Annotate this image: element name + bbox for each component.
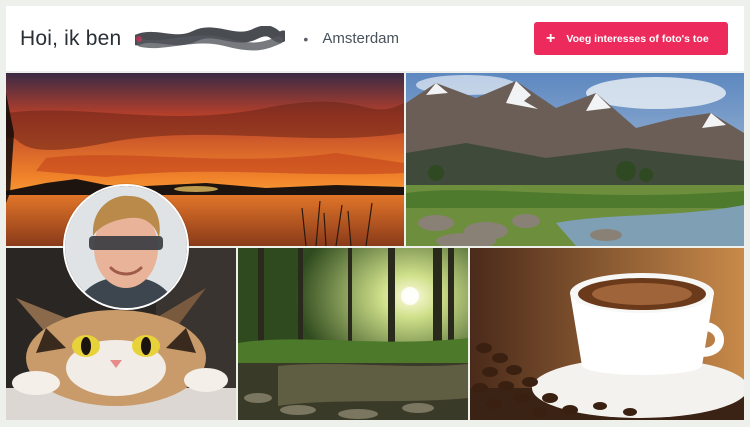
redacted-name (135, 25, 286, 52)
photo-forest-stream[interactable] (238, 248, 468, 420)
separator-dot: • (303, 30, 309, 47)
add-interests-button[interactable]: + Voeg interesses of foto's toe (534, 22, 728, 55)
user-avatar[interactable] (63, 184, 189, 310)
photo-sunset-lake[interactable] (6, 73, 404, 246)
photo-mountain-landscape[interactable] (406, 73, 744, 246)
plus-icon: + (546, 29, 556, 47)
location-city: Amsterdam (322, 30, 400, 47)
add-interests-label: Voeg interesses of foto's toe (566, 32, 709, 45)
profile-header: Hoi, ik ben • Amsterdam + Voeg interesse… (6, 6, 744, 71)
greeting-text: Hoi, ik ben (20, 26, 122, 50)
photo-coffee-cup[interactable] (470, 248, 744, 420)
